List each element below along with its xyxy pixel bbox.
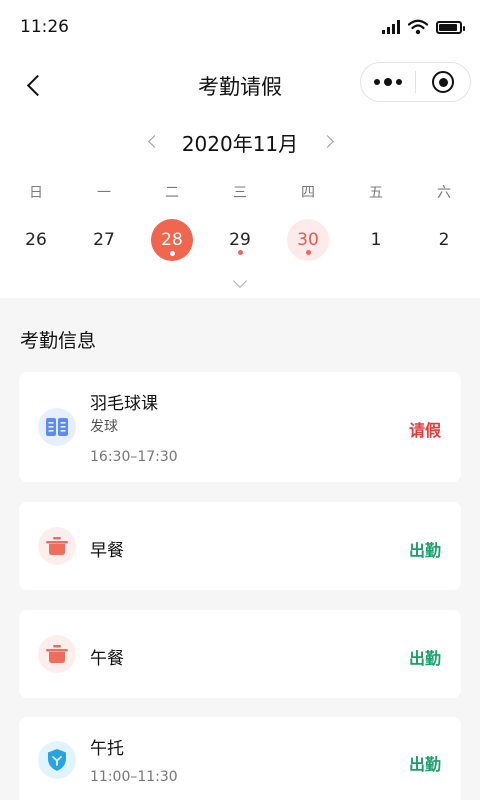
record-time: 11:00–11:30 bbox=[90, 769, 178, 785]
status-icons bbox=[382, 18, 465, 36]
weekday-label: 六 bbox=[437, 185, 451, 201]
weekday-label: 四 bbox=[301, 185, 315, 201]
day-number: 28 bbox=[151, 219, 193, 261]
attendance-card-badminton[interactable]: 羽毛球课 发球 16:30–17:30 请假 bbox=[19, 372, 461, 482]
attendance-card-lunch[interactable]: 午餐 出勤 bbox=[19, 610, 461, 698]
day-number: 27 bbox=[93, 230, 115, 250]
prev-month-button[interactable] bbox=[141, 130, 163, 152]
chevron-right-icon bbox=[320, 134, 334, 148]
month-label: 2020年11月 bbox=[181, 132, 299, 156]
day-number: 1 bbox=[370, 230, 382, 250]
calendar-day[interactable]: 28 bbox=[138, 219, 206, 261]
section-title: 考勤信息 bbox=[20, 330, 97, 352]
event-dot bbox=[169, 251, 175, 256]
record-subtitle: 发球 bbox=[90, 419, 118, 435]
weekday-header: 日 一 二 三 四 五 六 bbox=[2, 182, 478, 202]
calendar-day[interactable]: 2 bbox=[410, 219, 478, 261]
record-title: 早餐 bbox=[90, 541, 124, 561]
signal-icon bbox=[382, 20, 400, 34]
target-circle-icon bbox=[432, 71, 454, 93]
expand-calendar-button[interactable] bbox=[229, 273, 251, 292]
status-badge: 出勤 bbox=[408, 755, 441, 774]
shield-icon bbox=[38, 741, 76, 779]
day-number: 29 bbox=[219, 219, 261, 261]
back-arrow-icon bbox=[26, 74, 48, 96]
next-month-button[interactable] bbox=[318, 130, 340, 152]
attendance-card-noon-care[interactable]: 午托 11:00–11:30 出勤 bbox=[19, 717, 461, 800]
status-badge: 出勤 bbox=[408, 649, 441, 668]
book-icon bbox=[38, 408, 76, 446]
day-number: 26 bbox=[25, 230, 47, 250]
status-badge: 出勤 bbox=[408, 541, 441, 560]
wifi-icon bbox=[408, 19, 428, 35]
attendance-card-breakfast[interactable]: 早餐 出勤 bbox=[19, 502, 461, 590]
calendar-day[interactable]: 1 bbox=[342, 219, 410, 261]
record-title: 午餐 bbox=[90, 649, 124, 669]
header-panel: 11:26 考勤请假 2020年11月 日 一 二 三 四 五 六 26 27 … bbox=[0, 0, 480, 298]
event-dot bbox=[237, 250, 243, 255]
weekday-label: 五 bbox=[369, 185, 383, 201]
calendar-day[interactable]: 30 bbox=[274, 219, 342, 261]
weekday-label: 二 bbox=[165, 185, 179, 201]
calendar-day[interactable]: 29 bbox=[206, 219, 274, 261]
day-number: 2 bbox=[438, 230, 450, 250]
more-button[interactable] bbox=[361, 63, 415, 101]
pot-icon bbox=[38, 527, 76, 565]
record-time: 16:30–17:30 bbox=[90, 449, 178, 465]
calendar-day[interactable]: 26 bbox=[2, 219, 70, 261]
chevron-down-icon bbox=[232, 273, 248, 289]
weekday-label: 三 bbox=[233, 185, 247, 201]
record-title: 午托 bbox=[90, 739, 124, 759]
status-badge: 请假 bbox=[408, 421, 441, 440]
close-mini-program-button[interactable] bbox=[416, 63, 470, 101]
record-title: 羽毛球课 bbox=[90, 394, 158, 414]
event-dot bbox=[305, 250, 311, 255]
more-dots-icon bbox=[374, 79, 380, 85]
weekday-label: 一 bbox=[97, 185, 111, 201]
chevron-left-icon bbox=[147, 134, 161, 148]
battery-icon bbox=[436, 20, 465, 34]
calendar-day[interactable]: 27 bbox=[70, 219, 138, 261]
back-button[interactable] bbox=[18, 70, 48, 100]
day-number: 30 bbox=[287, 219, 329, 261]
week-days-row: 26 27 28 29 30 1 2 bbox=[2, 219, 478, 261]
status-time: 11:26 bbox=[20, 17, 69, 37]
weekday-label: 日 bbox=[29, 185, 43, 201]
mini-program-capsule bbox=[360, 62, 471, 102]
pot-icon bbox=[38, 635, 76, 673]
